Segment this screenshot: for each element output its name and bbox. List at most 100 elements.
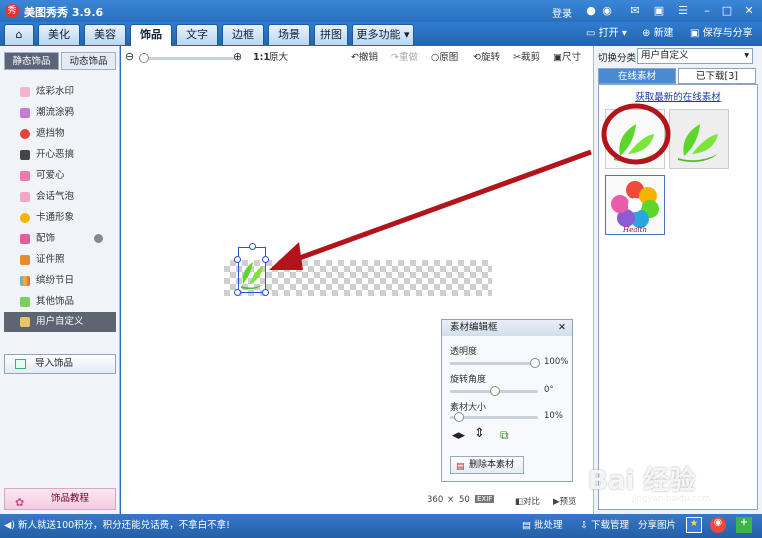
size-value: 10% xyxy=(544,411,563,421)
close-icon[interactable]: ✕ xyxy=(742,4,756,18)
opacity-slider[interactable] xyxy=(450,362,538,365)
redo-button[interactable]: ↷重做 xyxy=(391,52,418,64)
sidebar-item-bubbles[interactable]: 会话气泡 xyxy=(4,187,116,207)
sidebar-item-watermark[interactable]: 炫彩水印 xyxy=(4,82,116,102)
main-tab-bar: ⌂ 美化 美容 饰品 文字 边框 场景 拼图 更多功能 ▾ ▭ 打开 ▾ ⊕ 新… xyxy=(0,22,762,46)
flower-icon: Health xyxy=(611,181,659,234)
open-button[interactable]: ▭ 打开 ▾ xyxy=(586,26,627,42)
skin-icon[interactable]: ▣ xyxy=(652,4,666,18)
compare-button[interactable]: ◧对比 xyxy=(515,495,540,507)
canvas-times: × xyxy=(447,495,455,505)
rotation-slider-knob[interactable] xyxy=(490,386,500,396)
new-label: 新建 xyxy=(653,28,674,39)
sidebar-item-festival[interactable]: 缤纷节日 xyxy=(4,271,116,291)
flip-horizontal-icon[interactable]: ◂▸ xyxy=(452,428,465,443)
new-button[interactable]: ⊕ 新建 xyxy=(642,26,674,42)
opacity-slider-knob[interactable] xyxy=(530,358,540,368)
download-icon: ⇩ xyxy=(580,520,591,531)
trash-icon: ▤ xyxy=(456,462,465,472)
graffiti-icon xyxy=(20,108,30,118)
batch-button[interactable]: ▤ 批处理 xyxy=(522,520,563,532)
maximize-icon[interactable]: □ xyxy=(720,4,734,18)
zoom-slider[interactable] xyxy=(139,57,235,60)
copy-icon[interactable]: ⧉ xyxy=(500,428,509,443)
material-thumb-flower[interactable]: Health xyxy=(605,175,665,235)
material-edit-panel: 素材编辑框 ✕ 透明度 100% 旋转角度 0° 素材大小 10% ◂▸ ⇕ ⧉ … xyxy=(441,319,573,482)
speaker-icon: ◀) xyxy=(4,520,19,531)
tab-home[interactable]: ⌂ xyxy=(4,24,34,45)
import-accessory-button[interactable]: 导入饰品 xyxy=(4,354,116,374)
tab-online-materials[interactable]: 在线素材 xyxy=(598,68,676,84)
tutorial-button[interactable]: ✿ 饰品教程 xyxy=(4,488,116,510)
flip-vertical-icon[interactable]: ⇕ xyxy=(474,426,485,441)
sidebar-item-label: 开心恶搞 xyxy=(36,149,75,160)
sidebar-item-blocker[interactable]: 遮挡物 xyxy=(4,124,116,144)
tab-collage[interactable]: 拼图 xyxy=(314,24,348,45)
tab-accessories[interactable]: 饰品 xyxy=(130,24,172,46)
weibo-icon[interactable]: ◉ xyxy=(600,4,614,18)
sidebar-item-hearts[interactable]: 可爱心 xyxy=(4,166,116,186)
rotate-handle[interactable] xyxy=(249,243,256,250)
zoom-ratio[interactable]: 1:1 xyxy=(253,52,270,64)
crop-label: 裁剪 xyxy=(520,52,540,63)
sidebar-item-custom[interactable]: 用户自定义 xyxy=(4,312,116,332)
tab-scene[interactable]: 场景 xyxy=(268,24,310,45)
sidebar-item-label: 卡通形象 xyxy=(36,212,75,223)
annotation-arrow xyxy=(269,149,592,270)
crop-button[interactable]: ✂裁剪 xyxy=(513,52,540,64)
sidebar-item-funny[interactable]: 开心恶搞 xyxy=(4,145,116,165)
cartoon-icon xyxy=(20,213,30,223)
open-label: 打开 xyxy=(598,28,619,39)
rotate-button[interactable]: ⟲旋转 xyxy=(473,52,500,64)
tab-more[interactable]: 更多功能 ▾ xyxy=(352,24,414,45)
material-panel-title: 素材编辑框 ✕ xyxy=(442,320,572,336)
save-share-button[interactable]: ▣ 保存与分享 xyxy=(690,26,753,42)
preview-button[interactable]: ▶预览 xyxy=(553,495,577,507)
delete-material-button[interactable]: ▤ 删除本素材 xyxy=(450,456,524,474)
sidebar-item-graffiti[interactable]: 潮流涂鸦 xyxy=(4,103,116,123)
subtab-animated[interactable]: 动态饰品 xyxy=(61,52,116,70)
download-manager-button[interactable]: ⇩ 下载管理 xyxy=(580,520,629,532)
tab-border[interactable]: 边框 xyxy=(222,24,264,45)
chevron-down-icon[interactable] xyxy=(94,234,103,243)
minimize-icon[interactable]: – xyxy=(700,4,714,18)
resize-handle-top-left[interactable] xyxy=(234,256,241,263)
sidebar-item-id-photo[interactable]: 证件照 xyxy=(4,250,116,270)
size-button[interactable]: ▣尺寸 xyxy=(553,52,581,64)
weibo-icon[interactable]: ◉ xyxy=(710,517,726,533)
zoom-slider-knob[interactable] xyxy=(139,53,149,63)
tab-beautify[interactable]: 美化 xyxy=(38,24,80,45)
material-grid: 获取最新的在线素材 Health xyxy=(598,84,758,510)
original-button[interactable]: ○原图 xyxy=(431,52,458,64)
resize-handle-bottom-left[interactable] xyxy=(234,289,241,296)
sidebar-item-ornaments[interactable]: 配饰 xyxy=(4,229,116,249)
qq-icon[interactable]: ● xyxy=(584,4,598,18)
login-link[interactable]: 登录 xyxy=(552,5,572,20)
chevron-down-icon: ▾ xyxy=(618,28,627,39)
material-thumb-leaf-2[interactable] xyxy=(669,109,729,169)
close-icon[interactable]: ✕ xyxy=(558,320,566,336)
mail-icon[interactable]: ✉ xyxy=(628,4,642,18)
share-image-button[interactable]: 分享图片 xyxy=(638,520,676,532)
size-label: 尺寸 xyxy=(561,52,581,63)
tab-beauty[interactable]: 美容 xyxy=(84,24,126,45)
zoom-out-icon[interactable]: ⊖ xyxy=(125,51,134,63)
plus-icon[interactable]: + xyxy=(736,517,752,533)
editor-area: ⊖ ⊕ 1:1 原大 ↶撤销 ↷重做 ○原图 ⟲旋转 ✂裁剪 ▣尺寸 素材编辑框… xyxy=(121,46,593,514)
size-slider-knob[interactable] xyxy=(454,412,464,422)
exif-button[interactable]: EXIF xyxy=(475,495,495,503)
resize-handle-bottom-right[interactable] xyxy=(262,289,269,296)
tab-text[interactable]: 文字 xyxy=(176,24,218,45)
sidebar-item-cartoon[interactable]: 卡通形象 xyxy=(4,208,116,228)
notice-text[interactable]: ◀) 新人就送100积分，积分还能兑话费，不拿白不拿! xyxy=(4,520,230,532)
undo-button[interactable]: ↶撤销 xyxy=(351,52,378,64)
subtab-static[interactable]: 静态饰品 xyxy=(4,52,59,70)
original-size-button[interactable]: 原大 xyxy=(269,52,288,64)
menu-icon[interactable]: ☰ xyxy=(676,4,690,18)
star-icon[interactable]: ★ xyxy=(686,517,702,533)
zoom-in-icon[interactable]: ⊕ xyxy=(233,51,242,63)
tab-downloaded[interactable]: 已下载[3] xyxy=(678,68,756,84)
sidebar-item-other[interactable]: 其他饰品 xyxy=(4,292,116,312)
category-select[interactable]: 用户自定义 ▾ xyxy=(637,48,753,64)
gift-icon xyxy=(20,276,30,286)
